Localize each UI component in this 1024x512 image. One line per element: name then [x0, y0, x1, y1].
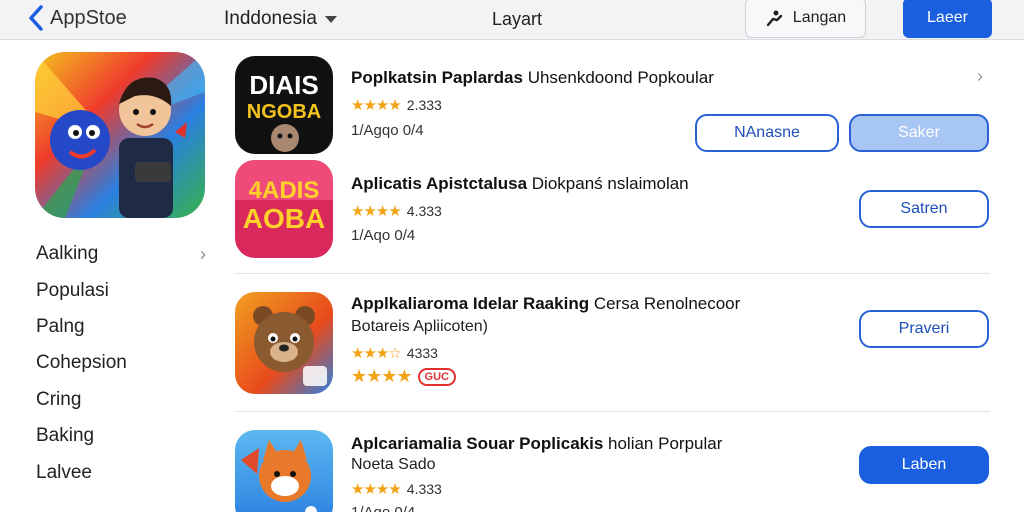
- app-icon-text: NGOBA: [247, 101, 321, 123]
- chevron-right-icon: ›: [200, 243, 206, 264]
- app-title-bold: Aplicatis Apistctalusa: [351, 174, 528, 193]
- app-rating: ★★★☆ 4333: [351, 344, 438, 362]
- sidebar-item-label: Palng: [36, 315, 85, 337]
- app-title-rest: Cersa Renolnecoor: [593, 294, 741, 313]
- app-title-rest: holian Porpular: [608, 434, 723, 453]
- primary-button[interactable]: Praveri: [859, 310, 989, 348]
- sidebar-item-3[interactable]: Palng: [36, 309, 216, 345]
- rating-value: 4.333: [406, 481, 442, 497]
- rating-value: 4333: [406, 345, 438, 361]
- secondary-button[interactable]: NAnasne: [695, 114, 839, 152]
- star-rating-icon: ★★★★: [351, 366, 413, 386]
- star-rating-icon: ★★★★: [351, 203, 402, 220]
- app-title: Aplcariamalia Souar Poplicakis holian Po…: [351, 434, 722, 454]
- chevron-down-icon: [324, 15, 337, 23]
- app-rating: ★★★★ 4.333: [351, 480, 442, 498]
- app-icon: DIAIS NGOBA: [235, 56, 333, 154]
- featured-illustration: [35, 52, 205, 218]
- language-label: Langan: [792, 9, 847, 26]
- sidebar-item-label: Lalvee: [36, 461, 92, 483]
- sidebar-item-5[interactable]: Cring: [36, 382, 216, 418]
- app-rating: ★★★★ 2.333: [351, 96, 442, 114]
- back-button[interactable]: AppStoe: [26, 4, 127, 32]
- app-title-bold: Applkaliaroma Idelar Raaking: [351, 294, 590, 313]
- top-primary-button[interactable]: Laeer: [903, 0, 992, 38]
- page-title: Layart: [492, 9, 543, 29]
- status-badge: GUC: [417, 367, 456, 386]
- rating-value: 4.333: [406, 203, 442, 219]
- divider: [235, 273, 990, 274]
- sidebar-item-label: Cohepsion: [36, 352, 127, 374]
- sidebar-item-label: Cring: [36, 388, 82, 410]
- sidebar-item-7[interactable]: Lalvee: [36, 454, 216, 490]
- sidebar-item-label: Populasi: [36, 279, 109, 301]
- app-title: Applkaliaroma Idelar Raaking Cersa Renol…: [351, 294, 740, 314]
- app-title-rest: Diokpanś nslaimolan: [531, 174, 689, 193]
- category-sidebar: Aalking › Populasi Palng Cohepsion Cring…: [36, 236, 216, 491]
- featured-app-artwork[interactable]: [35, 52, 205, 218]
- app-meta: 1/Aqo 0/4: [351, 504, 415, 512]
- app-rating-row: ★★★★ GUC: [351, 366, 456, 387]
- app-icon: [235, 292, 333, 394]
- star-rating-icon: ★★★★: [351, 97, 402, 114]
- person-icon: [766, 10, 782, 27]
- app-rating: ★★★★ 4.333: [351, 202, 442, 220]
- divider: [235, 411, 990, 412]
- app-icon-text: AOBA: [243, 203, 325, 234]
- chevron-left-icon: [29, 5, 43, 31]
- rating-value: 2.333: [406, 97, 442, 113]
- primary-button[interactable]: Laben: [859, 446, 989, 484]
- sidebar-item-4[interactable]: Cohepsion: [36, 345, 216, 381]
- app-icon-text: DIAIS: [249, 70, 318, 100]
- app-title: Poplkatsin Paplardas Uhsenkdoond Popkoul…: [351, 68, 714, 88]
- star-rating-icon: ★★★☆: [351, 345, 402, 362]
- app-icon-text: 4ADIS: [249, 177, 320, 204]
- star-rating-icon: ★★★★: [351, 481, 402, 498]
- sidebar-item-6[interactable]: Baking: [36, 418, 216, 454]
- app-title-bold: Aplcariamalia Souar Poplicakis: [351, 434, 604, 453]
- app-meta: 1/Aqo 0/4: [351, 227, 416, 244]
- primary-button[interactable]: Saker: [849, 114, 989, 152]
- app-title-rest: Uhsenkdoond Popkoular: [527, 68, 714, 87]
- app-subtitle: Botareis Apliicoten): [351, 318, 488, 335]
- app-title: Aplicatis Apistctalusa Diokpanś nslaimol…: [351, 174, 689, 194]
- region-selector[interactable]: Inddonesia: [224, 8, 337, 30]
- chevron-right-icon[interactable]: ›: [977, 66, 983, 87]
- list-item[interactable]: Aplcariamalia Souar Poplicakis holian Po…: [235, 430, 995, 512]
- sidebar-item-ranking[interactable]: Aalking ›: [36, 236, 216, 272]
- sidebar-item-popular[interactable]: Populasi: [36, 272, 216, 308]
- back-label: AppStoe: [50, 6, 127, 29]
- primary-button[interactable]: Satren: [859, 190, 989, 228]
- region-label: Inddonesia: [224, 8, 317, 29]
- app-subtitle: Noeta Sado: [351, 456, 436, 473]
- list-item[interactable]: 4ADIS AOBA Aplicatis Apistctalusa Diokpa…: [235, 160, 995, 260]
- list-item[interactable]: DIAIS NGOBA Poplkatsin Paplardas Uhsenkd…: [235, 56, 995, 156]
- sidebar-item-label: Baking: [36, 425, 95, 447]
- sidebar-item-label: Aalking: [36, 243, 99, 265]
- app-icon: [235, 430, 333, 512]
- top-bar: AppStoe Inddonesia Layart Langan Laeer: [0, 0, 1024, 40]
- app-title-bold: Poplkatsin Paplardas: [351, 68, 523, 87]
- list-item[interactable]: Applkaliaroma Idelar Raaking Cersa Renol…: [235, 292, 995, 396]
- app-meta: 1/Agqo 0/4: [351, 122, 424, 139]
- app-icon: 4ADIS AOBA: [235, 160, 333, 258]
- language-button[interactable]: Langan: [745, 0, 866, 38]
